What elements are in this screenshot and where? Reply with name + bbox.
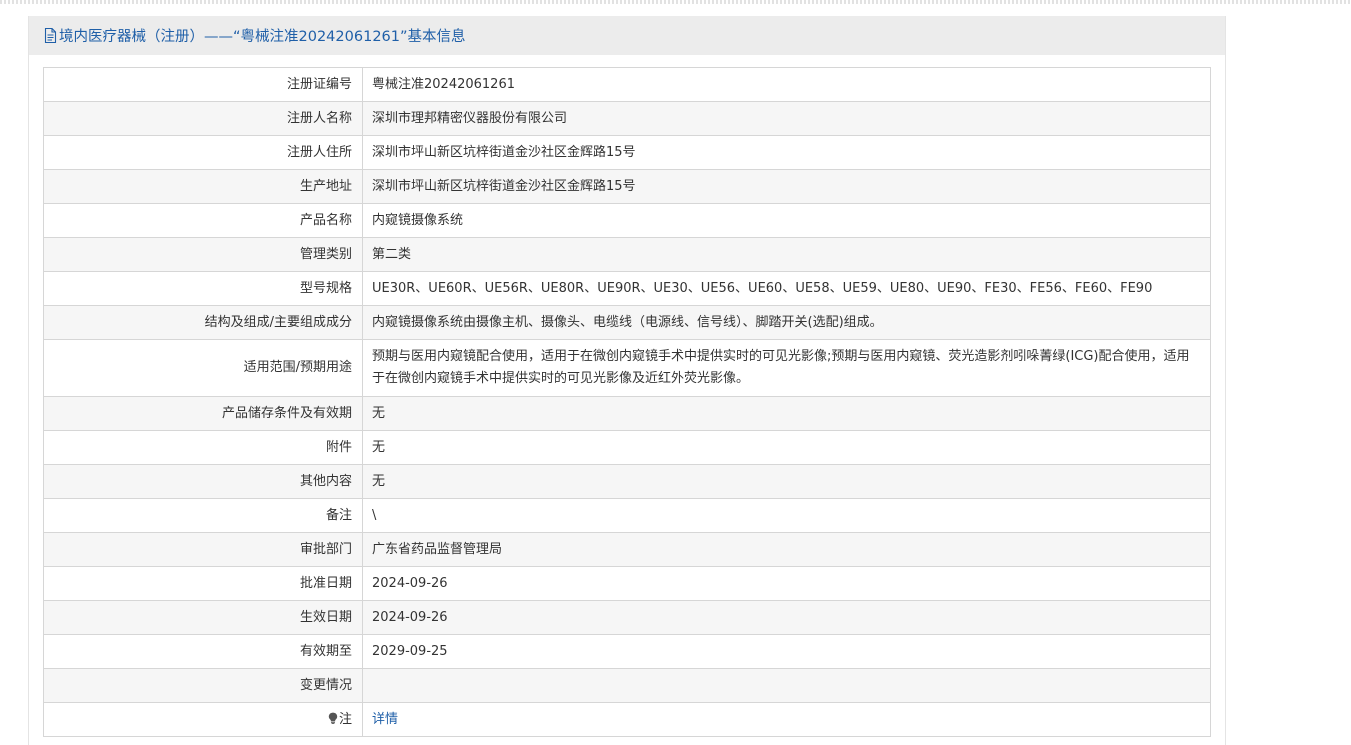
row-label: 附件 — [43, 430, 363, 465]
row-label: 型号规格 — [43, 271, 363, 306]
table-row: 产品名称 内窥镜摄像系统 — [43, 203, 1211, 238]
row-value: 2029-09-25 — [362, 634, 1211, 669]
row-value: 第二类 — [362, 237, 1211, 272]
note-label: 注 — [338, 711, 352, 727]
row-label: 备注 — [43, 498, 363, 533]
row-value: 内窥镜摄像系统 — [362, 203, 1211, 238]
table-row: 注册人名称 深圳市理邦精密仪器股份有限公司 — [43, 101, 1211, 136]
info-table: 注册证编号 粤械注准20242061261 注册人名称 深圳市理邦精密仪器股份有… — [43, 67, 1211, 737]
document-icon — [44, 28, 57, 43]
table-row: 附件 无 — [43, 430, 1211, 465]
row-value: 内窥镜摄像系统由摄像主机、摄像头、电缆线（电源线、信号线）、脚踏开关(选配)组成… — [362, 305, 1211, 340]
panel-header: 境内医疗器械（注册）——“粤械注准20242061261”基本信息 — [29, 16, 1225, 55]
row-value — [362, 668, 1211, 703]
row-value: 2024-09-26 — [362, 566, 1211, 601]
row-value: \ — [362, 498, 1211, 533]
row-value: 粤械注准20242061261 — [362, 67, 1211, 102]
table-row: 批准日期 2024-09-26 — [43, 566, 1211, 601]
row-value: 深圳市坪山新区坑梓街道金沙社区金辉路15号 — [362, 169, 1211, 204]
table-row: 结构及组成/主要组成成分 内窥镜摄像系统由摄像主机、摄像头、电缆线（电源线、信号… — [43, 305, 1211, 340]
table-row: 其他内容 无 — [43, 464, 1211, 499]
details-link[interactable]: 详情 — [372, 712, 398, 727]
row-label: 生产地址 — [43, 169, 363, 204]
row-label: 注册人名称 — [43, 101, 363, 136]
note-row: 注 详情 — [43, 702, 1211, 737]
note-label-cell: 注 — [43, 702, 363, 737]
table-row: 有效期至 2029-09-25 — [43, 634, 1211, 669]
row-value: 预期与医用内窥镜配合使用，适用于在微创内窥镜手术中提供实时的可见光影像;预期与医… — [362, 339, 1211, 397]
row-label: 其他内容 — [43, 464, 363, 499]
row-label: 批准日期 — [43, 566, 363, 601]
note-value-cell: 详情 — [362, 702, 1211, 737]
row-label: 有效期至 — [43, 634, 363, 669]
table-row: 型号规格 UE30R、UE60R、UE56R、UE80R、UE90R、UE30、… — [43, 271, 1211, 306]
row-label: 结构及组成/主要组成成分 — [43, 305, 363, 340]
row-value: 无 — [362, 396, 1211, 431]
table-row: 生产地址 深圳市坪山新区坑梓街道金沙社区金辉路15号 — [43, 169, 1211, 204]
top-dotted-border — [0, 0, 1351, 4]
row-value: 无 — [362, 430, 1211, 465]
row-label: 注册证编号 — [43, 67, 363, 102]
lightbulb-icon — [328, 710, 338, 724]
row-label: 变更情况 — [43, 668, 363, 703]
row-label: 审批部门 — [43, 532, 363, 567]
table-row: 审批部门 广东省药品监督管理局 — [43, 532, 1211, 567]
table-row: 产品储存条件及有效期 无 — [43, 396, 1211, 431]
row-label: 生效日期 — [43, 600, 363, 635]
row-label: 适用范围/预期用途 — [43, 339, 363, 397]
table-row: 备注 \ — [43, 498, 1211, 533]
row-value: 广东省药品监督管理局 — [362, 532, 1211, 567]
row-value: 2024-09-26 — [362, 600, 1211, 635]
row-label: 管理类别 — [43, 237, 363, 272]
row-label: 注册人住所 — [43, 135, 363, 170]
row-value: 深圳市坪山新区坑梓街道金沙社区金辉路15号 — [362, 135, 1211, 170]
table-row: 注册人住所 深圳市坪山新区坑梓街道金沙社区金辉路15号 — [43, 135, 1211, 170]
row-label: 产品名称 — [43, 203, 363, 238]
table-row: 注册证编号 粤械注准20242061261 — [43, 67, 1211, 102]
info-panel: 境内医疗器械（注册）——“粤械注准20242061261”基本信息 注册证编号 … — [28, 16, 1226, 745]
row-label: 产品储存条件及有效期 — [43, 396, 363, 431]
row-value: 无 — [362, 464, 1211, 499]
table-row: 变更情况 — [43, 668, 1211, 703]
table-row: 生效日期 2024-09-26 — [43, 600, 1211, 635]
row-value: UE30R、UE60R、UE56R、UE80R、UE90R、UE30、UE56、… — [362, 271, 1211, 306]
page-title: 境内医疗器械（注册）——“粤械注准20242061261”基本信息 — [59, 29, 466, 45]
table-row: 管理类别 第二类 — [43, 237, 1211, 272]
table-row: 适用范围/预期用途 预期与医用内窥镜配合使用，适用于在微创内窥镜手术中提供实时的… — [43, 339, 1211, 397]
row-value: 深圳市理邦精密仪器股份有限公司 — [362, 101, 1211, 136]
